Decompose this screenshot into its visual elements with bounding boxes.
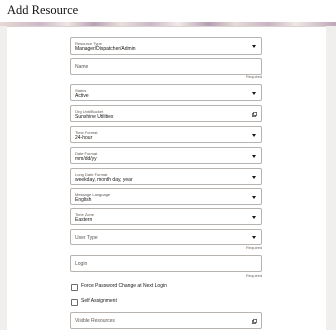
long-date-format-select[interactable]: Long Date Format weekday, month day, yea… bbox=[70, 168, 262, 185]
time-zone-select[interactable]: Time Zone Eastern bbox=[70, 208, 262, 225]
chevron-down-icon bbox=[252, 176, 256, 179]
name-required: Required bbox=[246, 74, 263, 79]
user-type-placeholder: User Type bbox=[75, 235, 98, 241]
login-required: Required bbox=[246, 273, 263, 278]
resource-type-value: Manager/Dispatcher/Admin bbox=[75, 46, 136, 52]
page-title: Add Resource bbox=[7, 3, 79, 17]
chevron-down-icon bbox=[252, 134, 256, 137]
login-placeholder: Login bbox=[75, 261, 88, 267]
name-placeholder: Name bbox=[75, 64, 89, 70]
chevron-down-icon bbox=[252, 236, 256, 239]
chevron-down-icon bbox=[252, 155, 256, 158]
chevron-down-icon bbox=[252, 216, 256, 219]
time-zone-value: Eastern bbox=[75, 217, 93, 223]
user-type-required: Required bbox=[246, 245, 263, 250]
org-unit-picker[interactable]: Org Unit/Bucket Sunshine Utilities bbox=[70, 105, 262, 122]
visible-resources-picker[interactable]: Visible Resources bbox=[70, 312, 262, 329]
copy-icon[interactable] bbox=[252, 112, 257, 117]
force-password-label: Force Password Change at Next Login bbox=[81, 283, 167, 289]
name-input[interactable]: Name bbox=[70, 58, 262, 75]
long-date-format-value: weekday, month day, year bbox=[75, 177, 133, 183]
message-language-value: English bbox=[75, 197, 92, 203]
copy-icon[interactable] bbox=[252, 319, 257, 324]
time-format-value: 24-hour bbox=[75, 135, 93, 141]
self-assignment-checkbox[interactable] bbox=[71, 299, 78, 306]
chevron-down-icon bbox=[252, 45, 256, 48]
chevron-down-icon bbox=[252, 196, 256, 199]
status-value: Active bbox=[75, 93, 89, 99]
right-background bbox=[326, 26, 336, 330]
visible-resources-placeholder: Visible Resources bbox=[75, 318, 115, 324]
message-language-select[interactable]: Message Language English bbox=[70, 188, 262, 205]
user-type-select[interactable]: User Type bbox=[70, 229, 262, 245]
chevron-down-icon bbox=[252, 92, 256, 95]
time-format-select[interactable]: Time Format 24-hour bbox=[70, 126, 262, 143]
date-format-value: mm/dd/yy bbox=[75, 156, 97, 162]
org-unit-value: Sunshine Utilities bbox=[75, 114, 114, 120]
date-format-select[interactable]: Date Format mm/dd/yy bbox=[70, 147, 262, 164]
resource-type-select[interactable]: Resource Type Manager/Dispatcher/Admin bbox=[70, 37, 262, 55]
left-background bbox=[0, 26, 7, 330]
login-input[interactable]: Login bbox=[70, 255, 262, 272]
status-select[interactable]: Status Active bbox=[70, 84, 262, 101]
self-assignment-label: Self Assignment bbox=[81, 298, 117, 304]
force-password-checkbox[interactable] bbox=[71, 284, 78, 291]
